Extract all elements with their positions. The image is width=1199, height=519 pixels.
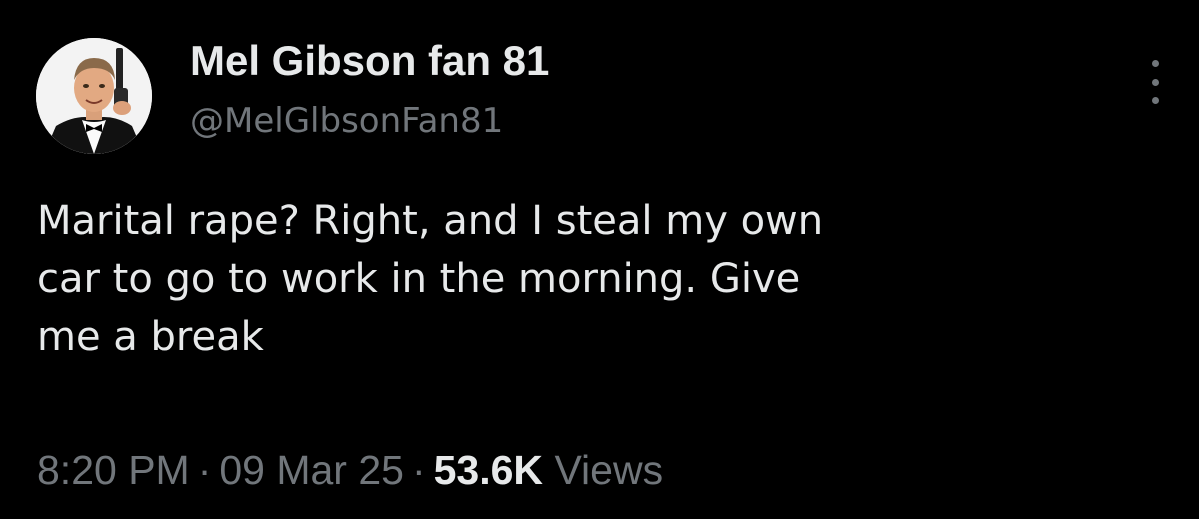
views-label[interactable]: Views bbox=[554, 447, 663, 493]
more-horizontal-icon bbox=[1151, 78, 1159, 86]
tweet-text: Marital rape? Right, and I steal my own … bbox=[37, 198, 824, 360]
meta-separator: · bbox=[197, 447, 212, 493]
user-handle[interactable]: @MelGlbsonFan81 bbox=[190, 99, 503, 143]
tweet-card[interactable]: Mel Gibson fan 81 @MelGlbsonFan81 Marita… bbox=[0, 0, 1199, 519]
display-name[interactable]: Mel Gibson fan 81 bbox=[190, 36, 549, 86]
more-options-button[interactable] bbox=[1140, 60, 1170, 104]
meta-separator: · bbox=[411, 447, 426, 493]
more-horizontal-icon bbox=[1151, 60, 1159, 67]
views-count[interactable]: 53.6K bbox=[434, 447, 543, 493]
tweet-meta: 8:20 PM · 09 Mar 25 · 53.6K Views bbox=[37, 445, 663, 495]
avatar[interactable] bbox=[36, 38, 152, 154]
tweet-time[interactable]: 8:20 PM bbox=[37, 447, 190, 493]
avatar-image bbox=[36, 38, 152, 154]
more-horizontal-icon bbox=[1151, 97, 1159, 104]
tweet-date[interactable]: 09 Mar 25 bbox=[219, 447, 404, 493]
